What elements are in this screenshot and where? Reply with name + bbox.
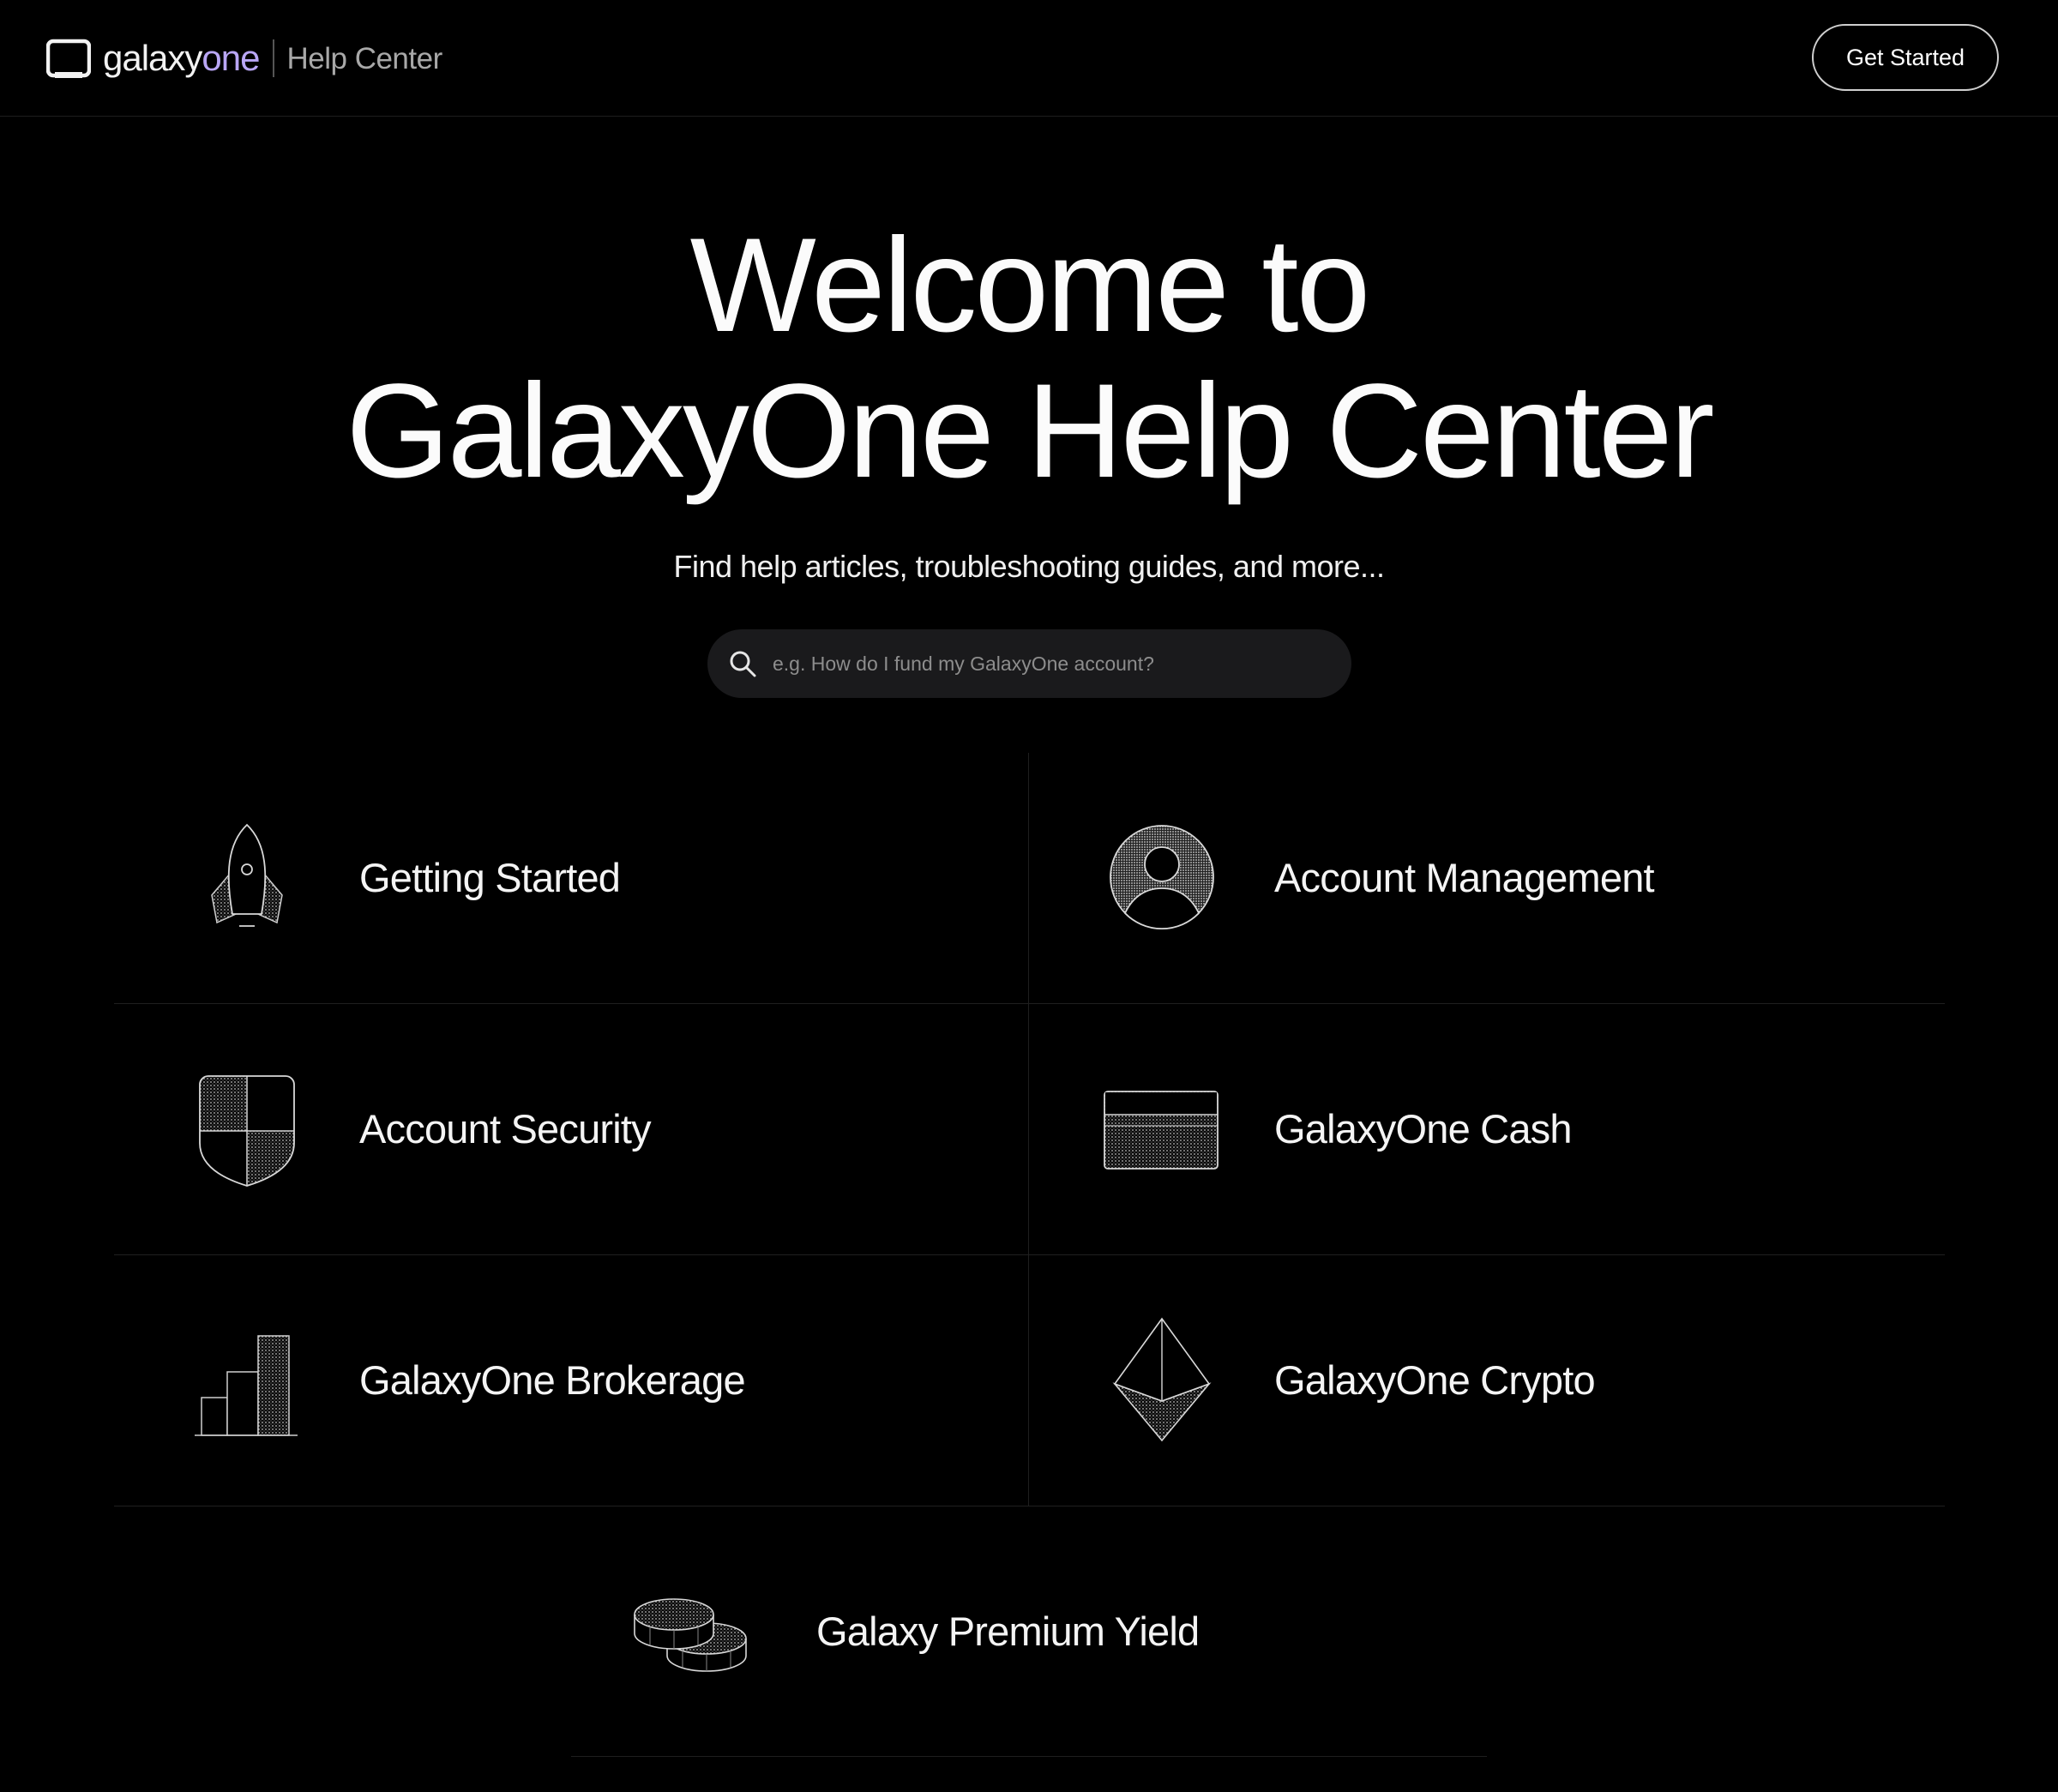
- category-galaxyone-crypto[interactable]: GalaxyOne Crypto: [1029, 1255, 1943, 1506]
- page-subtitle: Find help articles, troubleshooting guid…: [673, 549, 1386, 584]
- search-icon: [730, 651, 756, 677]
- category-galaxyone-cash[interactable]: GalaxyOne Cash: [1029, 1004, 1943, 1254]
- page-title-line-1: Welcome to: [689, 211, 1371, 360]
- category-label: Getting Started: [359, 855, 621, 900]
- card-icon: [1104, 1091, 1219, 1170]
- search-bar[interactable]: [707, 629, 1351, 698]
- category-getting-started[interactable]: Getting Started: [114, 753, 1028, 1003]
- coins-icon: [634, 1598, 747, 1672]
- shield-icon: [199, 1075, 295, 1187]
- top-navigation-bar: galaxyone Help Center Get Started: [0, 0, 2058, 117]
- brand-wordmark-main: galaxy: [103, 38, 202, 78]
- category-label: GalaxyOne Brokerage: [359, 1357, 746, 1403]
- brand-logo[interactable]: galaxyone Help Center: [46, 34, 442, 82]
- brand-wordmark-accent: one: [202, 38, 260, 78]
- rocket-icon: [211, 823, 283, 927]
- category-galaxyone-brokerage[interactable]: GalaxyOne Brokerage: [114, 1255, 1028, 1506]
- category-label: Galaxy Premium Yield: [816, 1609, 1200, 1654]
- brand-wordmark: galaxyone: [103, 38, 260, 78]
- page-title: Welcome to GalaxyOne Help Center: [0, 213, 2058, 504]
- category-account-security[interactable]: Account Security: [114, 1004, 1028, 1254]
- galaxyone-logo-icon: [46, 39, 91, 78]
- get-started-button[interactable]: Get Started: [1812, 24, 1999, 91]
- category-label: GalaxyOne Crypto: [1274, 1357, 1596, 1403]
- search-input[interactable]: [773, 629, 1351, 698]
- bar-chart-icon: [195, 1335, 298, 1436]
- category-account-management[interactable]: Account Management: [1029, 753, 1943, 1003]
- brand-subtitle: Help Center: [286, 41, 442, 75]
- ethereum-icon: [1112, 1317, 1212, 1442]
- page-title-line-2: GalaxyOne Help Center: [346, 357, 1714, 506]
- user-avatar-icon: [1110, 825, 1214, 929]
- category-grid: Getting Started Account Management Accou…: [114, 753, 1945, 1506]
- grid-divider-horizontal: [571, 1756, 1487, 1757]
- category-label: Account Security: [359, 1106, 652, 1152]
- brand-separator: [273, 39, 275, 77]
- category-label: Account Management: [1274, 855, 1655, 900]
- category-label: GalaxyOne Cash: [1274, 1106, 1573, 1152]
- category-galaxy-premium-yield[interactable]: Galaxy Premium Yield: [571, 1506, 1487, 1757]
